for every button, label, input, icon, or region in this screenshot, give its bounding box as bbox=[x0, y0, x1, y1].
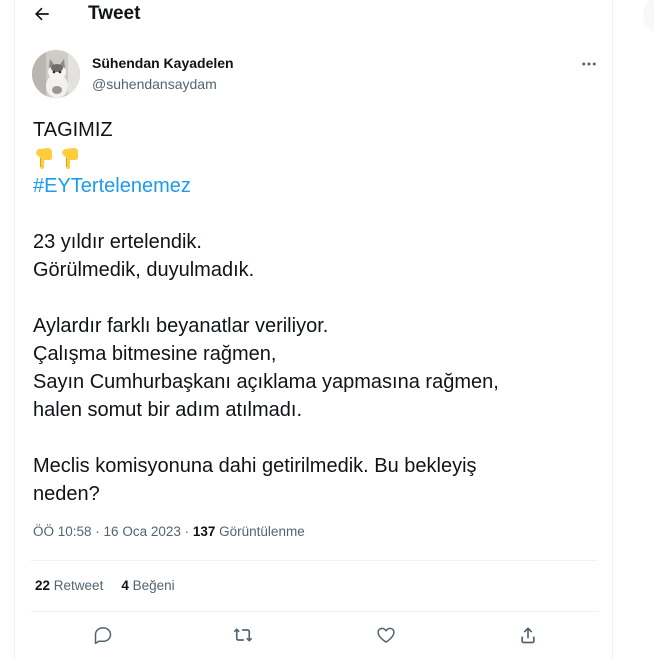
tweet-line: Çalışma bitmesine rağmen, bbox=[33, 343, 277, 365]
tweet-date[interactable]: 16 Oca 2023 bbox=[104, 524, 181, 539]
tweet-line: 23 yıldır ertelendik. bbox=[33, 231, 202, 253]
more-options-button[interactable] bbox=[578, 53, 600, 75]
likes-label: Beğeni bbox=[132, 578, 175, 593]
tweet-line: TAGIMIZ bbox=[33, 119, 113, 141]
retweets-count: 22 bbox=[35, 578, 51, 593]
tweet-line: Aylardır farklı beyanatlar veriliyor. bbox=[33, 315, 329, 337]
retweet-icon bbox=[233, 628, 253, 642]
avatar[interactable] bbox=[32, 50, 80, 98]
tweet-line: Sayın Cumhurbaşkanı açıklama yapmasına r… bbox=[33, 371, 499, 393]
reply-icon bbox=[94, 627, 112, 645]
reply-button[interactable] bbox=[92, 624, 114, 646]
retweets-label: Retweet bbox=[53, 578, 104, 593]
likes-stat[interactable]: 4 Beğeni bbox=[121, 578, 174, 593]
author-display-name[interactable]: Sühendan Kayadelen bbox=[92, 55, 234, 71]
meta-separator: · bbox=[180, 524, 193, 539]
likes-count: 4 bbox=[121, 578, 129, 593]
retweet-button[interactable] bbox=[232, 624, 254, 646]
arrow-left-icon bbox=[34, 7, 49, 21]
tweet-time[interactable]: ÖÖ 10:58 bbox=[33, 524, 92, 539]
divider bbox=[31, 560, 598, 561]
divider bbox=[31, 611, 598, 612]
sidebar-search-pill[interactable] bbox=[643, 0, 654, 34]
tweet-line: Görülmedik, duyulmadık. bbox=[33, 259, 255, 281]
tweet-line: neden? bbox=[33, 483, 100, 505]
page-header: Tweet bbox=[15, 0, 612, 27]
hashtag-link[interactable]: #EYTertelenemez bbox=[33, 175, 191, 197]
pointing-down-emoji-icon bbox=[36, 148, 52, 169]
views-count: 137 bbox=[192, 524, 216, 539]
retweets-stat[interactable]: 22 Retweet bbox=[35, 578, 103, 593]
author-username[interactable]: @suhendansaydam bbox=[92, 76, 217, 92]
share-button[interactable] bbox=[517, 624, 539, 646]
pointing-down-emoji-icon bbox=[62, 148, 78, 169]
share-icon bbox=[521, 627, 535, 644]
pointing-down-emoji-row bbox=[33, 144, 593, 172]
tweet-text: TAGIMIZ #EYTertelenemez 23 yıldır ertele… bbox=[33, 116, 593, 508]
avatar-cat-image bbox=[32, 50, 80, 98]
heart-icon bbox=[377, 627, 395, 643]
tweet-author: Sühendan Kayadelen @suhendansaydam bbox=[15, 48, 612, 104]
tweet-line: Meclis komisyonuna dahi getirilmedik. Bu… bbox=[33, 455, 477, 477]
tweet-actions bbox=[15, 620, 612, 650]
tweet-line: halen somut bir adım atılmadı. bbox=[33, 399, 303, 421]
back-button[interactable] bbox=[30, 2, 54, 26]
more-horizontal-icon bbox=[582, 62, 596, 66]
views-label: Görüntülenme bbox=[219, 524, 305, 539]
like-button[interactable] bbox=[375, 624, 397, 646]
tweet-detail-column: Tweet Sühendan Kayadelen @suhendansaydam bbox=[14, 0, 613, 659]
page-title: Tweet bbox=[88, 3, 141, 24]
tweet-stats: 22 Retweet 4 Beğeni bbox=[35, 578, 175, 593]
tweet-meta: ÖÖ 10:58 · 16 Oca 2023 · 137 Görüntülenm… bbox=[33, 524, 305, 539]
meta-separator: · bbox=[91, 524, 104, 539]
